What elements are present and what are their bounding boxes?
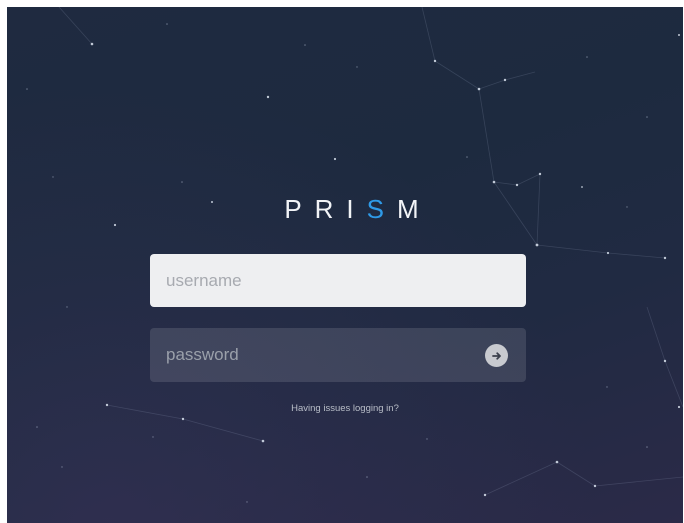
password-input[interactable] xyxy=(150,328,470,382)
login-submit-button[interactable] xyxy=(485,344,508,367)
login-help-link[interactable]: Having issues logging in? xyxy=(7,403,683,414)
username-input[interactable] xyxy=(150,254,526,307)
logo-text-part-1: PRI xyxy=(284,194,367,224)
password-field xyxy=(150,328,526,382)
login-screen: PRISM Having issues logging in? xyxy=(7,7,683,523)
logo-text-part-2: M xyxy=(397,194,432,224)
arrow-right-icon xyxy=(491,351,501,360)
prism-logo: PRISM xyxy=(7,194,683,225)
logo-text-accent: S xyxy=(366,194,397,224)
